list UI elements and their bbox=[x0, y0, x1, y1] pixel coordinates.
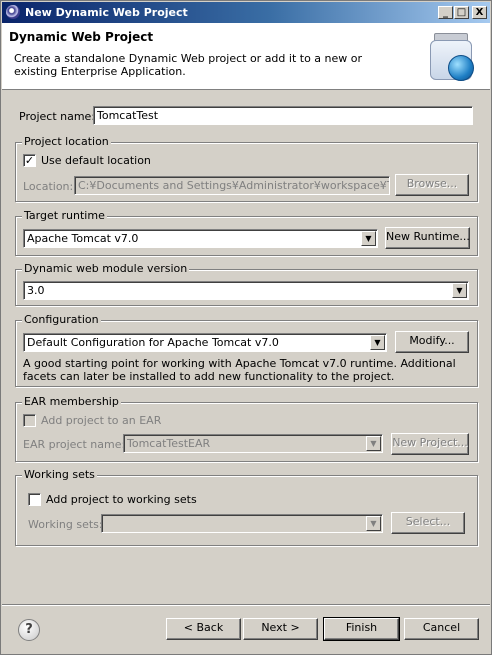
target-runtime-select[interactable]: Apache Tomcat v7.0 ▼ bbox=[23, 229, 378, 248]
configuration-description: A good starting point for working with A… bbox=[23, 357, 456, 383]
working-sets-group: Working sets bbox=[15, 468, 478, 546]
web-project-jar-icon bbox=[428, 33, 474, 81]
target-runtime-value: Apache Tomcat v7.0 bbox=[27, 232, 139, 245]
add-to-working-sets-label: Add project to working sets bbox=[46, 493, 197, 506]
chevron-down-icon[interactable]: ▼ bbox=[452, 283, 467, 298]
configuration-group-label: Configuration bbox=[22, 313, 101, 326]
select-working-sets-button[interactable]: Select... bbox=[391, 512, 465, 534]
module-version-value: 3.0 bbox=[27, 284, 45, 297]
chevron-down-icon[interactable]: ▼ bbox=[366, 436, 381, 451]
add-to-ear-label: Add project to an EAR bbox=[41, 414, 162, 427]
cancel-button[interactable]: Cancel bbox=[404, 618, 479, 640]
ear-project-name-select[interactable]: TomcatTestEAR ▼ bbox=[123, 434, 383, 453]
window-title: New Dynamic Web Project bbox=[25, 6, 188, 19]
use-default-location-checkbox[interactable]: ✓ bbox=[23, 154, 36, 167]
working-sets-select[interactable]: ▼ bbox=[101, 514, 383, 533]
module-version-select[interactable]: 3.0 ▼ bbox=[23, 281, 469, 300]
add-to-ear-checkbox[interactable] bbox=[23, 414, 36, 427]
modify-button[interactable]: Modify... bbox=[395, 331, 469, 353]
chevron-down-icon[interactable]: ▼ bbox=[366, 516, 381, 531]
maximize-button[interactable]: □ bbox=[454, 6, 469, 19]
chevron-down-icon[interactable]: ▼ bbox=[361, 231, 376, 246]
working-sets-group-label: Working sets bbox=[22, 468, 97, 481]
page-description: Create a standalone Dynamic Web project … bbox=[14, 52, 363, 78]
project-name-input[interactable]: TomcatTest bbox=[93, 106, 473, 125]
browse-button[interactable]: Browse... bbox=[395, 174, 469, 196]
new-runtime-button[interactable]: New Runtime... bbox=[385, 227, 470, 249]
module-version-group-label: Dynamic web module version bbox=[22, 262, 190, 275]
minimize-button[interactable]: _ bbox=[438, 6, 453, 19]
location-input[interactable]: C:¥Documents and Settings¥Administrator¥… bbox=[74, 176, 390, 195]
chevron-down-icon[interactable]: ▼ bbox=[370, 335, 385, 350]
use-default-location-label: Use default location bbox=[41, 154, 151, 167]
title-bar[interactable]: New Dynamic Web Project _ □ X bbox=[2, 2, 490, 23]
ear-project-name-value: TomcatTestEAR bbox=[127, 437, 211, 450]
wizard-header: Dynamic Web Project Create a standalone … bbox=[2, 23, 490, 90]
add-to-working-sets-checkbox[interactable] bbox=[28, 493, 41, 506]
new-project-button[interactable]: New Project... bbox=[391, 433, 469, 455]
ear-project-name-label: EAR project name: bbox=[23, 438, 126, 451]
close-button[interactable]: X bbox=[472, 6, 487, 19]
location-label: Location: bbox=[23, 180, 74, 193]
working-sets-label: Working sets: bbox=[28, 518, 103, 531]
finish-button[interactable]: Finish bbox=[323, 617, 400, 641]
back-button[interactable]: < Back bbox=[166, 618, 241, 640]
configuration-value: Default Configuration for Apache Tomcat … bbox=[27, 336, 279, 349]
configuration-select[interactable]: Default Configuration for Apache Tomcat … bbox=[23, 333, 387, 352]
project-location-group-label: Project location bbox=[22, 135, 111, 148]
project-name-label: Project name: bbox=[19, 110, 96, 123]
page-title: Dynamic Web Project bbox=[9, 30, 154, 44]
ear-membership-group-label: EAR membership bbox=[22, 395, 121, 408]
eclipse-icon bbox=[6, 5, 20, 19]
next-button[interactable]: Next > bbox=[243, 618, 318, 640]
footer-separator bbox=[2, 604, 490, 606]
dialog-window: New Dynamic Web Project _ □ X Dynamic We… bbox=[0, 0, 492, 655]
target-runtime-group-label: Target runtime bbox=[22, 209, 107, 222]
help-icon[interactable]: ? bbox=[18, 619, 40, 641]
